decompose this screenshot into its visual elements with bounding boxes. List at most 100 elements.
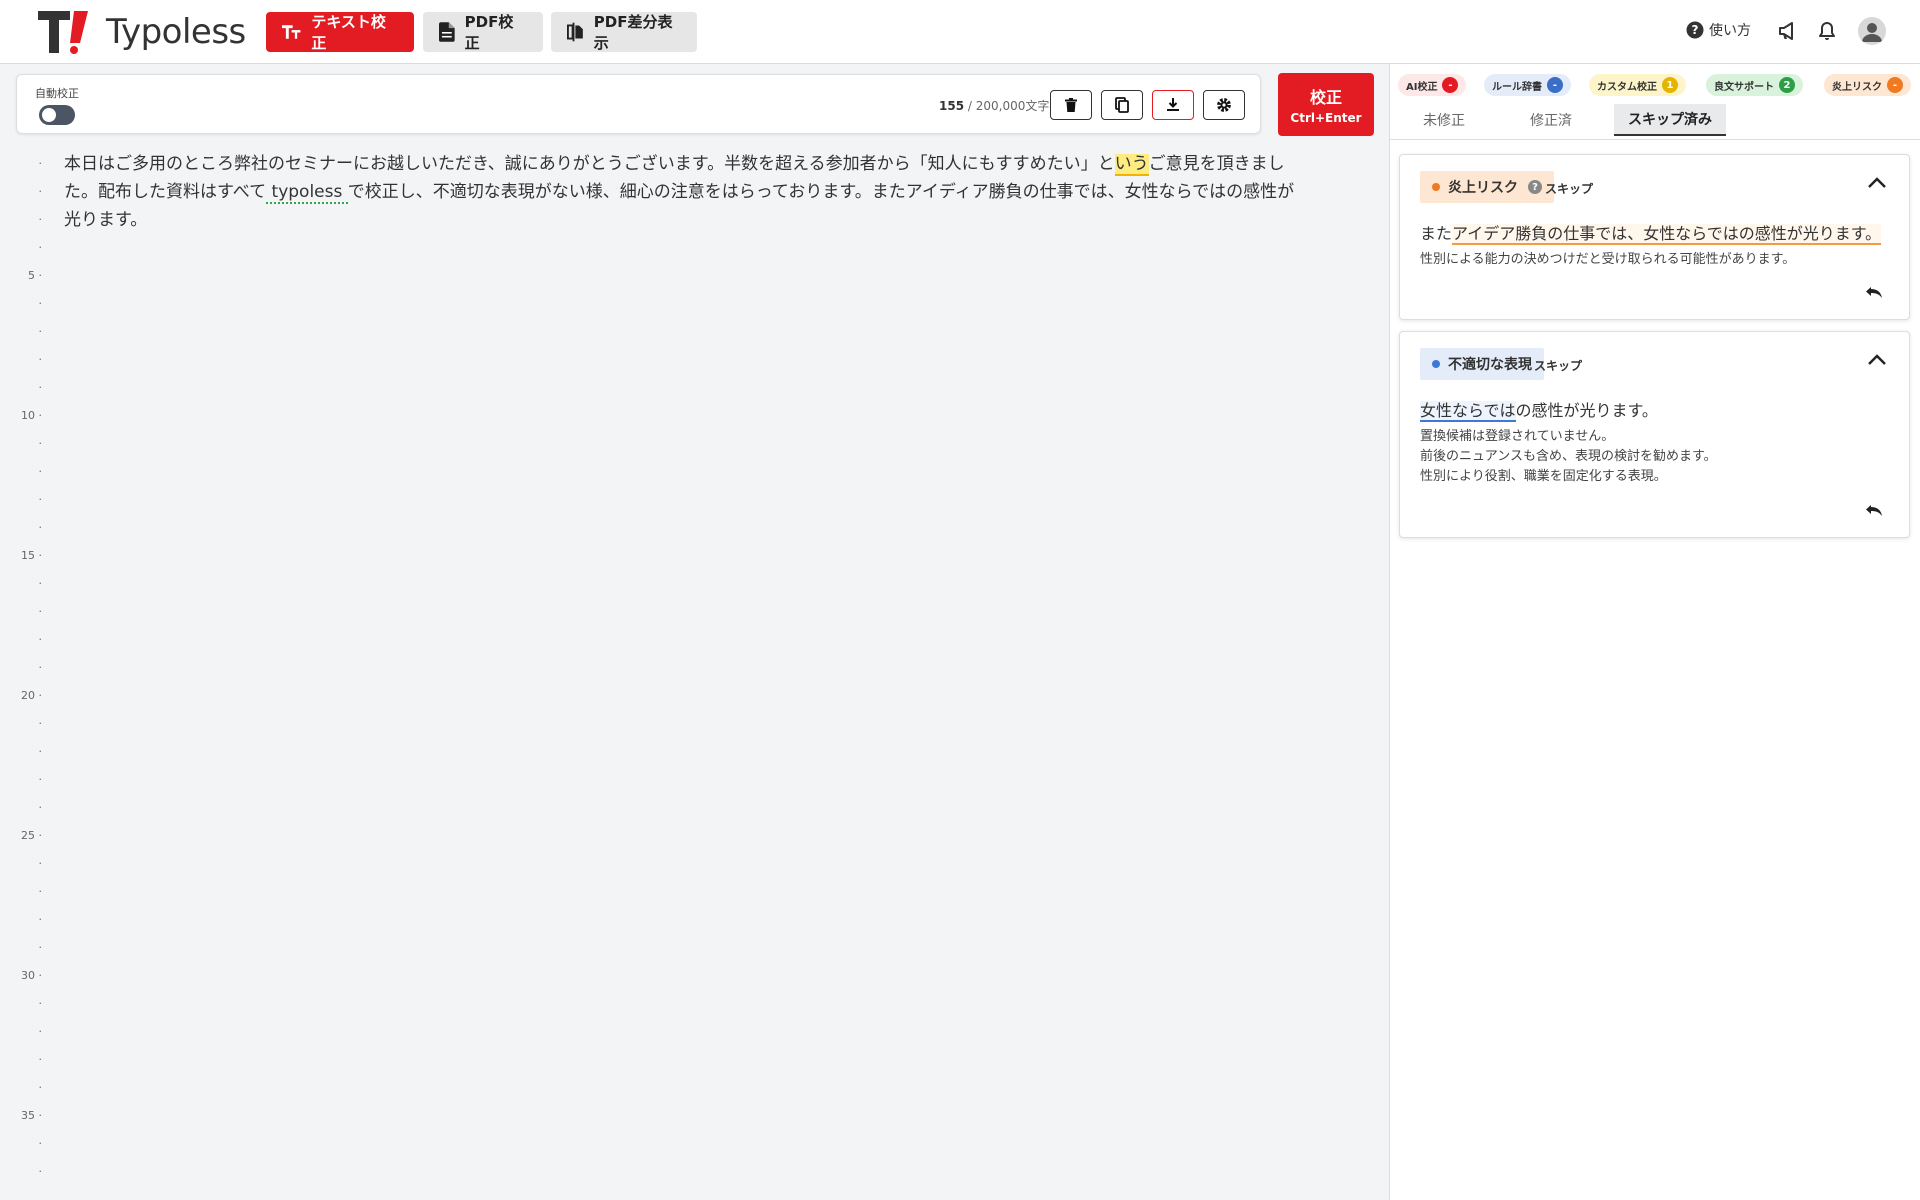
issue-sentence-pre: また xyxy=(1420,224,1453,243)
tab-label: スキップ済み xyxy=(1628,112,1712,128)
line-dot: · xyxy=(38,241,43,254)
category-rule-dictionary[interactable]: ルール辞書 - xyxy=(1484,74,1571,96)
line-dot: · xyxy=(38,465,43,478)
copy-button[interactable] xyxy=(1101,90,1143,120)
user-avatar[interactable] xyxy=(1858,17,1886,45)
issue-note-line: 性別により役割、職業を固定化する表現。 xyxy=(1420,469,1667,484)
issue-sentence: 女性ならではの感性が光ります。 xyxy=(1420,397,1658,422)
category-badge: - xyxy=(1887,77,1903,93)
character-count-current: 155 xyxy=(939,99,965,113)
text-format-icon xyxy=(282,25,301,39)
category-badge: - xyxy=(1547,77,1563,93)
category-badge: 1 xyxy=(1662,77,1678,93)
line-dot: · xyxy=(38,857,43,870)
issue-note-line: 性別による能力の決めつけだと受け取られる可能性があります。 xyxy=(1420,252,1796,267)
category-custom-check[interactable]: カスタム校正 1 xyxy=(1589,74,1686,96)
logo[interactable]: Typoless xyxy=(38,9,246,55)
settings-button[interactable] xyxy=(1203,90,1245,120)
line-dot: · xyxy=(38,913,43,926)
line-number: 5 · xyxy=(28,269,42,282)
line-dot: · xyxy=(38,297,43,310)
inappropriate-dot-icon xyxy=(1432,360,1440,368)
line-dot: · xyxy=(38,801,43,814)
line-dot: · xyxy=(38,633,43,646)
line-number: 25 · xyxy=(21,829,42,842)
megaphone-icon[interactable] xyxy=(1777,21,1797,41)
category-label: ルール辞書 xyxy=(1492,81,1542,93)
category-label: AI校正 xyxy=(1406,81,1438,93)
line-number: 35 · xyxy=(21,1109,42,1122)
line-dot: · xyxy=(38,1165,43,1178)
help-label: 使い方 xyxy=(1709,23,1751,39)
issue-note: 置換候補は登録されていません。 前後のニュアンスも含め、表現の検討を勧めます。 … xyxy=(1420,427,1717,487)
editor-line-2: た。配布した資料はすべて typoless で校正し、不適切な表現がない様、細心… xyxy=(64,178,1364,206)
help-link[interactable]: ? 使い方 xyxy=(1686,20,1751,40)
character-count-separator: / xyxy=(964,99,976,113)
character-count: 155 / 200,000文字 xyxy=(939,97,1049,114)
copy-icon xyxy=(1115,97,1129,113)
pdf-check-nav-button[interactable]: PDF校正 xyxy=(423,12,543,52)
line-dot: · xyxy=(38,381,43,394)
bell-icon[interactable] xyxy=(1818,21,1836,41)
highlighted-issue[interactable]: いう xyxy=(1114,154,1149,176)
line-dot: · xyxy=(38,185,43,198)
editor-toolbar: 自動校正 155 / 200,000文字 xyxy=(16,74,1261,134)
issue-tag-label: 炎上リスク xyxy=(1448,180,1518,196)
chevron-up-icon[interactable] xyxy=(1867,177,1887,189)
category-good-writing[interactable]: 良文サポート 2 xyxy=(1706,74,1803,96)
editor-line-2-text-a: た。配布した資料はすべて xyxy=(64,182,267,202)
category-badge: 2 xyxy=(1779,77,1795,93)
issue-tag: 不適切な表現 xyxy=(1420,348,1544,380)
download-icon xyxy=(1167,98,1179,111)
issue-marked-text: アイデア勝負の仕事では、女性ならではの感性が光ります。 xyxy=(1452,224,1882,245)
pdf-diff-label: PDF差分表示 xyxy=(593,13,673,52)
top-bar: Typoless テキスト校正 PDF校正 PDF差分表示 ? 使い方 xyxy=(0,0,1920,64)
line-number: 20 · xyxy=(21,689,42,702)
help-icon[interactable]: ? xyxy=(1528,180,1542,194)
auto-check-toggle[interactable] xyxy=(39,105,75,125)
line-dot: · xyxy=(38,157,43,170)
risk-dot-icon xyxy=(1432,183,1440,191)
tab-skipped[interactable]: スキップ済み xyxy=(1614,104,1726,136)
issue-card-inappropriate[interactable]: 不適切な表現 スキップ 女性ならではの感性が光ります。 置換候補は登録されていま… xyxy=(1399,331,1910,538)
category-ai-check[interactable]: AI校正 - xyxy=(1398,74,1467,96)
line-dot: · xyxy=(38,353,43,366)
issue-card-risk[interactable]: 炎上リスク ? スキップ またアイデア勝負の仕事では、女性ならではの感性が光りま… xyxy=(1399,154,1910,320)
editor-text-area[interactable]: 本日はご多用のところ弊社のセミナーにお越しいただき、誠にありがとうございます。半… xyxy=(64,150,1364,234)
underlined-issue[interactable]: typoless xyxy=(266,182,348,204)
text-check-nav-button[interactable]: テキスト校正 xyxy=(266,12,414,52)
document-icon xyxy=(439,22,455,42)
delete-button[interactable] xyxy=(1050,90,1092,120)
category-flaming-risk[interactable]: 炎上リスク - xyxy=(1824,74,1911,96)
category-badge: - xyxy=(1442,77,1459,93)
download-button[interactable] xyxy=(1152,90,1194,120)
help-circle-icon: ? xyxy=(1686,21,1704,39)
compare-icon xyxy=(567,22,583,42)
chevron-up-icon[interactable] xyxy=(1867,354,1887,366)
editor-line-2-text-b: で校正し、不適切な表現がない様、細心の注意をはらっております。またアイディア勝負… xyxy=(347,182,1295,202)
line-dot: · xyxy=(38,885,43,898)
user-icon xyxy=(1858,17,1886,45)
tabs-underline xyxy=(1390,139,1920,140)
editor-line-1: 本日はご多用のところ弊社のセミナーにお越しいただき、誠にありがとうございます。半… xyxy=(64,150,1364,178)
category-label: 良文サポート xyxy=(1714,81,1774,93)
line-dot: · xyxy=(38,773,43,786)
line-dot: · xyxy=(38,717,43,730)
tab-fixed[interactable]: 修正済 xyxy=(1509,104,1593,136)
undo-icon[interactable] xyxy=(1865,286,1885,300)
undo-icon[interactable] xyxy=(1865,504,1885,518)
line-dot: · xyxy=(38,1053,43,1066)
run-check-shortcut: Ctrl+Enter xyxy=(1290,111,1362,125)
skip-status: スキップ xyxy=(1534,359,1583,373)
character-count-limit: 200,000文字 xyxy=(975,99,1050,113)
tab-unfixed[interactable]: 未修正 xyxy=(1402,104,1486,136)
line-dot: · xyxy=(38,941,43,954)
line-dot: · xyxy=(38,1137,43,1150)
pdf-diff-nav-button[interactable]: PDF差分表示 xyxy=(551,12,697,52)
line-dot: · xyxy=(38,1025,43,1038)
run-check-button[interactable]: 校正 Ctrl+Enter xyxy=(1278,73,1374,136)
logo-mark-icon xyxy=(38,11,88,54)
trash-icon xyxy=(1065,98,1077,112)
line-dot: · xyxy=(38,521,43,534)
line-number: 30 · xyxy=(21,969,42,982)
